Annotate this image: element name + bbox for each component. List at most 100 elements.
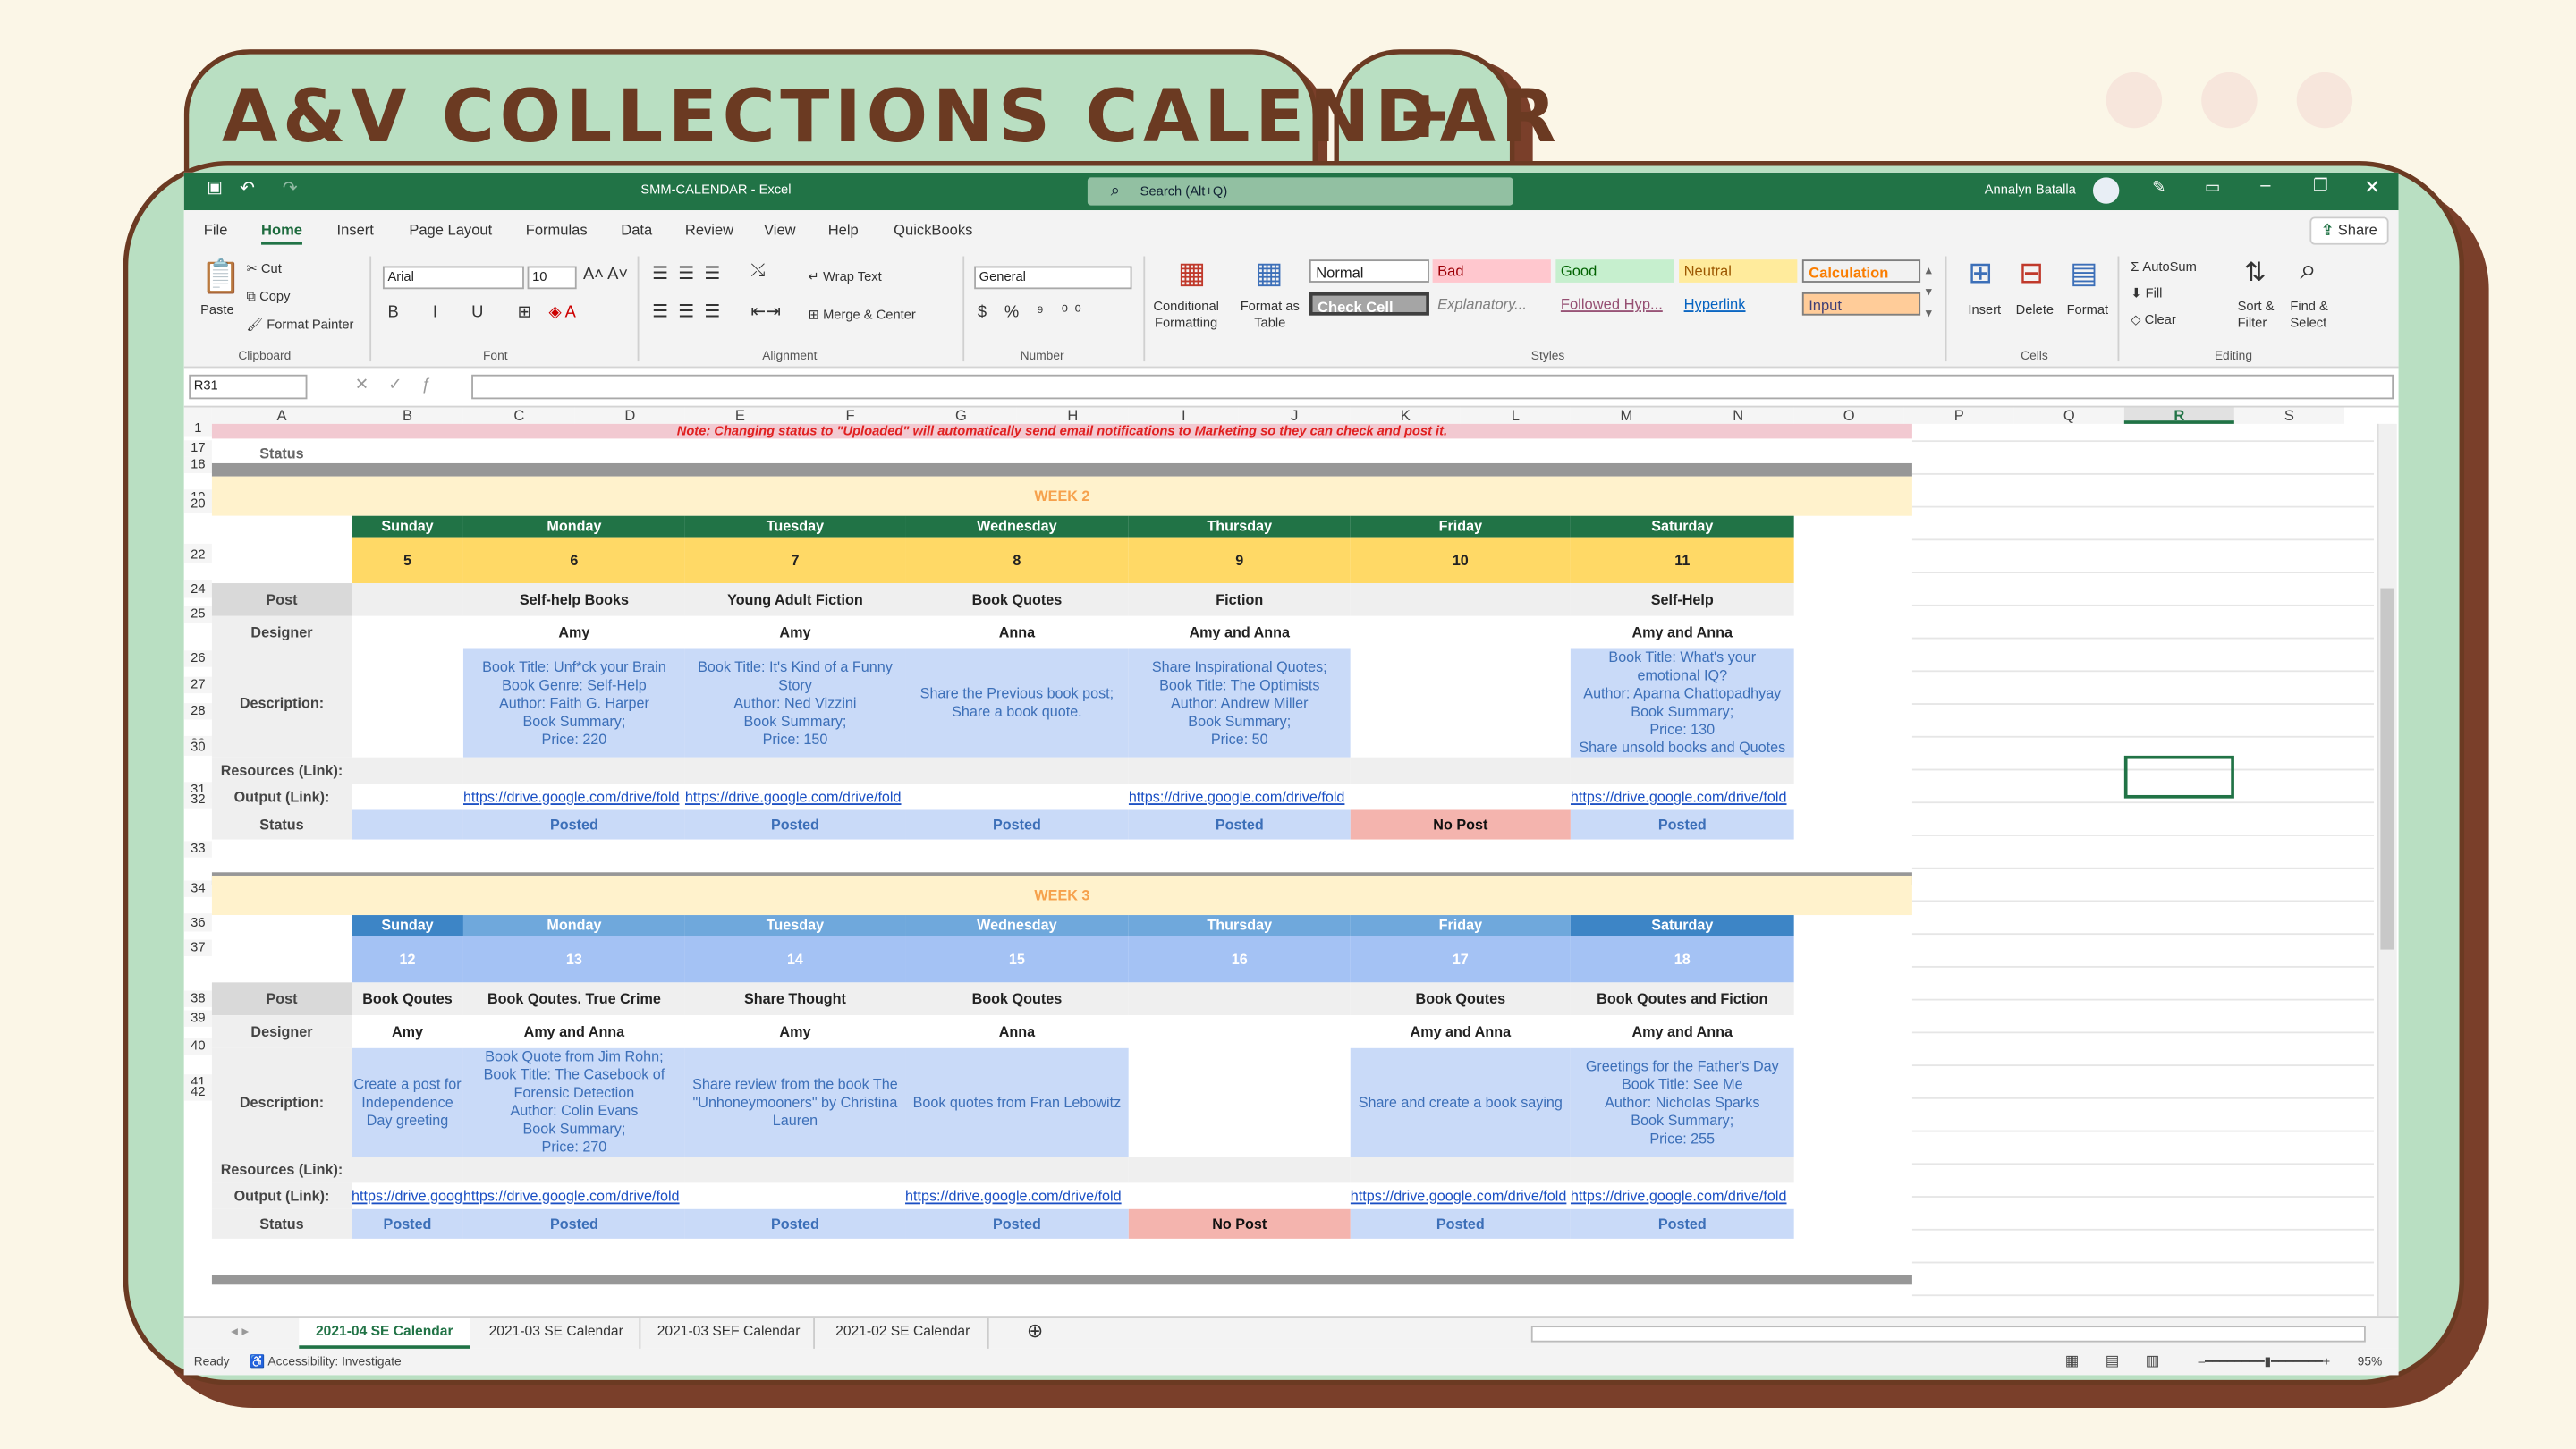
- conditional-format-icon[interactable]: ▦: [1178, 257, 1206, 292]
- column-header[interactable]: G: [905, 407, 1017, 424]
- menu-home[interactable]: Home: [261, 222, 302, 245]
- column-header[interactable]: I: [1128, 407, 1239, 424]
- undo-icon[interactable]: ↶: [240, 177, 255, 199]
- row-header[interactable]: 20: [183, 496, 212, 513]
- column-header[interactable]: N: [1682, 407, 1794, 424]
- share-button[interactable]: ⇪ Share: [2309, 216, 2389, 245]
- restore-icon[interactable]: ❐: [2313, 177, 2327, 195]
- ribbon-display-icon[interactable]: ▭: [2205, 179, 2220, 197]
- zoom-slider[interactable]: –━━━━━━━━▮━━━━━━━+: [2199, 1353, 2331, 1368]
- format-painter-button[interactable]: 🖌 Format Painter: [247, 317, 354, 332]
- formula-input[interactable]: [471, 374, 2394, 400]
- style-neutral[interactable]: Neutral: [1679, 259, 1798, 283]
- merge-center-button[interactable]: ⊞ Merge & Center: [809, 307, 916, 322]
- menu-file[interactable]: File: [204, 222, 228, 238]
- output-link[interactable]: [905, 784, 1129, 810]
- output-link[interactable]: https://drive.google.com/drive/fold: [1350, 1182, 1571, 1209]
- scroll-thumb[interactable]: [2380, 588, 2394, 950]
- font-size-box[interactable]: 10: [527, 266, 577, 290]
- save-icon[interactable]: ▣: [207, 179, 222, 197]
- column-header[interactable]: S: [2233, 407, 2344, 424]
- sheet-tab[interactable]: 2021-02 SE Calendar: [818, 1318, 989, 1349]
- style-input[interactable]: Input: [1801, 292, 1921, 316]
- paste-button[interactable]: Paste: [200, 302, 234, 318]
- column-header[interactable]: R: [2123, 407, 2234, 424]
- column-header[interactable]: J: [1238, 407, 1351, 424]
- style-bad[interactable]: Bad: [1432, 259, 1551, 283]
- insert-cells-icon[interactable]: ⊞: [1968, 257, 1993, 292]
- output-link[interactable]: https://drive.google.com/drive/fold: [1570, 1182, 1794, 1209]
- row-header[interactable]: 38: [183, 990, 212, 1007]
- output-link[interactable]: https://drive.google.com/drive/fold: [1570, 784, 1794, 810]
- row-header[interactable]: 40: [183, 1038, 212, 1055]
- cut-button[interactable]: ✂ Cut: [247, 261, 282, 276]
- autosum-button[interactable]: Σ AutoSum: [2131, 259, 2197, 275]
- clear-button[interactable]: ◇ Clear: [2131, 312, 2176, 327]
- menu-review[interactable]: Review: [685, 222, 733, 238]
- column-header[interactable]: F: [794, 407, 906, 424]
- copy-button[interactable]: ⧉ Copy: [247, 289, 291, 305]
- style-normal[interactable]: Normal: [1309, 259, 1429, 283]
- format-cells-button[interactable]: Format: [2067, 302, 2109, 318]
- output-link[interactable]: https://drive.google.com/drive/fold: [1128, 784, 1351, 810]
- find-select-button[interactable]: Find & Select: [2290, 299, 2327, 332]
- column-header[interactable]: L: [1460, 407, 1571, 424]
- output-link[interactable]: https://drive.google.com/drive/fold: [684, 784, 906, 810]
- row-header[interactable]: 36: [183, 915, 212, 932]
- column-header[interactable]: D: [574, 407, 685, 424]
- number-format-icons[interactable]: $ % ⁹ ⁰⁰: [978, 304, 1088, 322]
- menu-help[interactable]: Help: [828, 222, 859, 238]
- fill-button[interactable]: ⬇ Fill: [2131, 286, 2162, 301]
- style-explanatory[interactable]: Explanatory...: [1433, 292, 1551, 316]
- avatar[interactable]: [2092, 177, 2120, 204]
- format-as-table-button[interactable]: Format as Table: [1241, 299, 1300, 332]
- font-grow-icon[interactable]: A˄ A˅: [583, 267, 628, 284]
- insert-cells-button[interactable]: Insert: [1968, 302, 2001, 318]
- sheet-tab[interactable]: 2021-03 SE Calendar: [473, 1318, 641, 1349]
- delete-cells-icon[interactable]: ⊟: [2019, 257, 2044, 292]
- conditional-formatting-button[interactable]: Conditional Formatting: [1153, 299, 1219, 332]
- font-name-box[interactable]: Arial: [382, 266, 524, 290]
- column-header[interactable]: B: [352, 407, 463, 424]
- sort-icon[interactable]: ⇅: [2244, 257, 2267, 290]
- output-link[interactable]: https://drive.google.com/drive/fold: [462, 1182, 685, 1209]
- column-header[interactable]: P: [1903, 407, 2014, 424]
- column-header[interactable]: K: [1350, 407, 1461, 424]
- row-header[interactable]: 33: [183, 841, 212, 858]
- sheet-tab[interactable]: 2021-03 SEF Calendar: [644, 1318, 816, 1349]
- output-link[interactable]: https://drive.google.com/drive/fold: [352, 1182, 463, 1209]
- accessibility-status[interactable]: ♿ Accessibility: Investigate: [250, 1353, 402, 1368]
- sort-filter-button[interactable]: Sort & Filter: [2238, 299, 2275, 332]
- row-header[interactable]: 17: [183, 440, 212, 457]
- name-box[interactable]: R31: [189, 374, 308, 400]
- halign-icons[interactable]: ☰☰☰: [652, 301, 730, 322]
- output-link[interactable]: https://drive.google.com/drive/fold: [462, 784, 685, 810]
- fill-color-icon[interactable]: ◈ A: [548, 304, 575, 322]
- column-header[interactable]: C: [462, 407, 575, 424]
- style-check-cell[interactable]: Check Cell: [1309, 292, 1429, 316]
- valign-icons[interactable]: ☰☰☰: [652, 263, 730, 284]
- wrap-text-button[interactable]: ↵ Wrap Text: [809, 269, 882, 284]
- menu-view[interactable]: View: [764, 222, 796, 238]
- style-good[interactable]: Good: [1555, 259, 1674, 283]
- column-header[interactable]: O: [1793, 407, 1904, 424]
- row-header[interactable]: 32: [183, 792, 212, 809]
- row-header[interactable]: 34: [183, 880, 212, 897]
- sheet-nav-icons[interactable]: ◂ ▸: [207, 1318, 272, 1349]
- redo-icon[interactable]: ↷: [283, 177, 298, 199]
- output-link[interactable]: [1350, 784, 1571, 810]
- style-hyperlink[interactable]: Hyperlink: [1679, 292, 1797, 316]
- menu-insert[interactable]: Insert: [337, 222, 374, 238]
- row-header[interactable]: 37: [183, 939, 212, 956]
- menu-data[interactable]: Data: [621, 222, 652, 238]
- format-cells-icon[interactable]: ▤: [2070, 257, 2097, 292]
- indent-icons[interactable]: ⇤⇥: [750, 301, 781, 322]
- formula-cancel-enter-icons[interactable]: ✕✓ƒ: [355, 377, 451, 394]
- column-header[interactable]: Q: [2013, 407, 2124, 424]
- close-icon[interactable]: ✕: [2364, 176, 2380, 199]
- row-header[interactable]: 18: [183, 456, 212, 473]
- view-mode-icons[interactable]: ▦▤▥: [2065, 1352, 2186, 1370]
- menu-page-layout[interactable]: Page Layout: [409, 222, 492, 238]
- search-box[interactable]: ⌕ Search (Alt+Q): [1087, 177, 1513, 206]
- row-header[interactable]: 24: [183, 581, 212, 598]
